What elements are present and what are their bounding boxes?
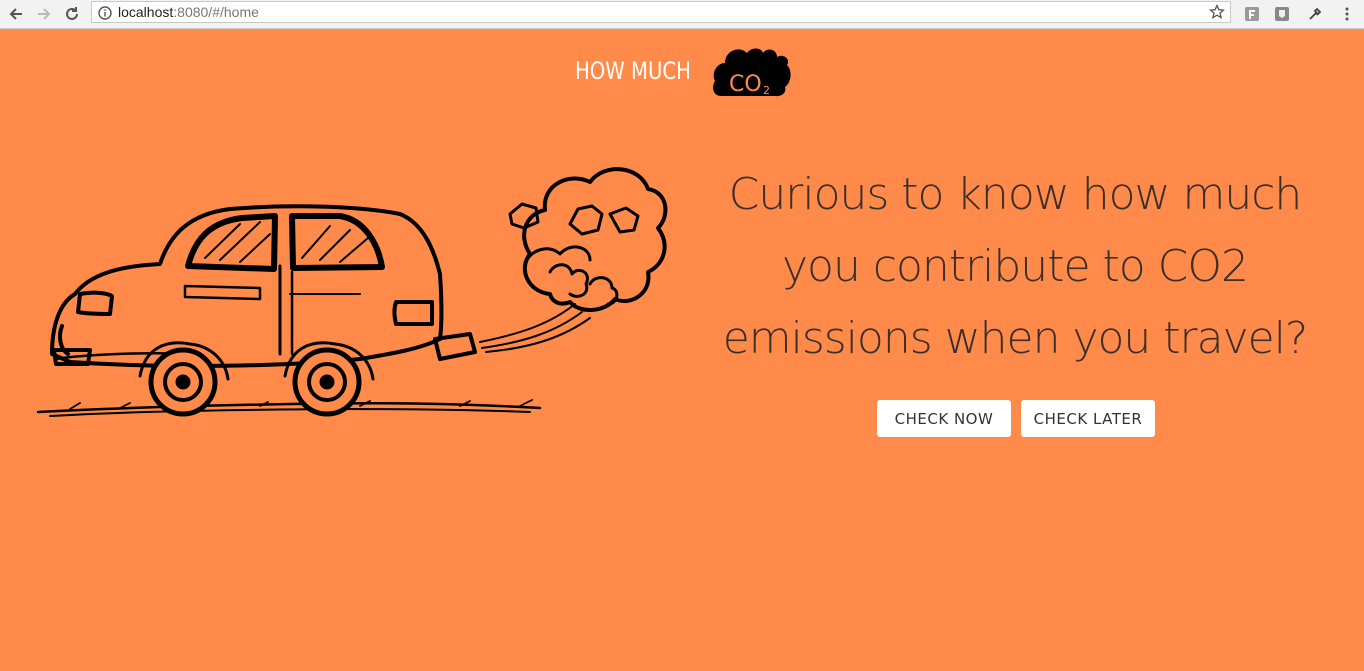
star-icon[interactable] (1208, 3, 1226, 21)
forward-arrow-icon[interactable] (33, 3, 55, 25)
reload-icon[interactable] (61, 3, 83, 25)
check-later-button[interactable]: CHECK LATER (1021, 400, 1155, 437)
url-path: :8080/#/home (173, 4, 259, 20)
cta-group: CHECK NOW CHECK LATER (877, 400, 1155, 437)
eyedropper-icon[interactable] (1305, 4, 1325, 24)
car-illustration (36, 167, 668, 417)
co2-cloud-label: CO (729, 72, 762, 97)
url-text: localhost:8080/#/home (118, 4, 259, 20)
home-page: HOW MUCH CO 2 Curious to know how much y… (0, 29, 1364, 671)
address-bar[interactable]: localhost:8080/#/home (91, 1, 1231, 23)
check-now-button[interactable]: CHECK NOW (877, 400, 1011, 437)
info-icon[interactable] (98, 5, 112, 24)
browser-toolbar: localhost:8080/#/home (0, 0, 1364, 29)
co2-cloud-icon: CO 2 (713, 48, 791, 97)
extension-icon[interactable] (1242, 4, 1262, 24)
url-host: localhost (118, 4, 174, 20)
brand-text: HOW MUCH (575, 57, 691, 85)
co2-cloud-subscript: 2 (763, 84, 770, 97)
back-arrow-icon[interactable] (5, 3, 27, 25)
menu-dots-icon[interactable] (1337, 4, 1357, 24)
extension-icon[interactable] (1272, 4, 1292, 24)
hero-headline: Curious to know how much you contribute … (722, 169, 1309, 364)
